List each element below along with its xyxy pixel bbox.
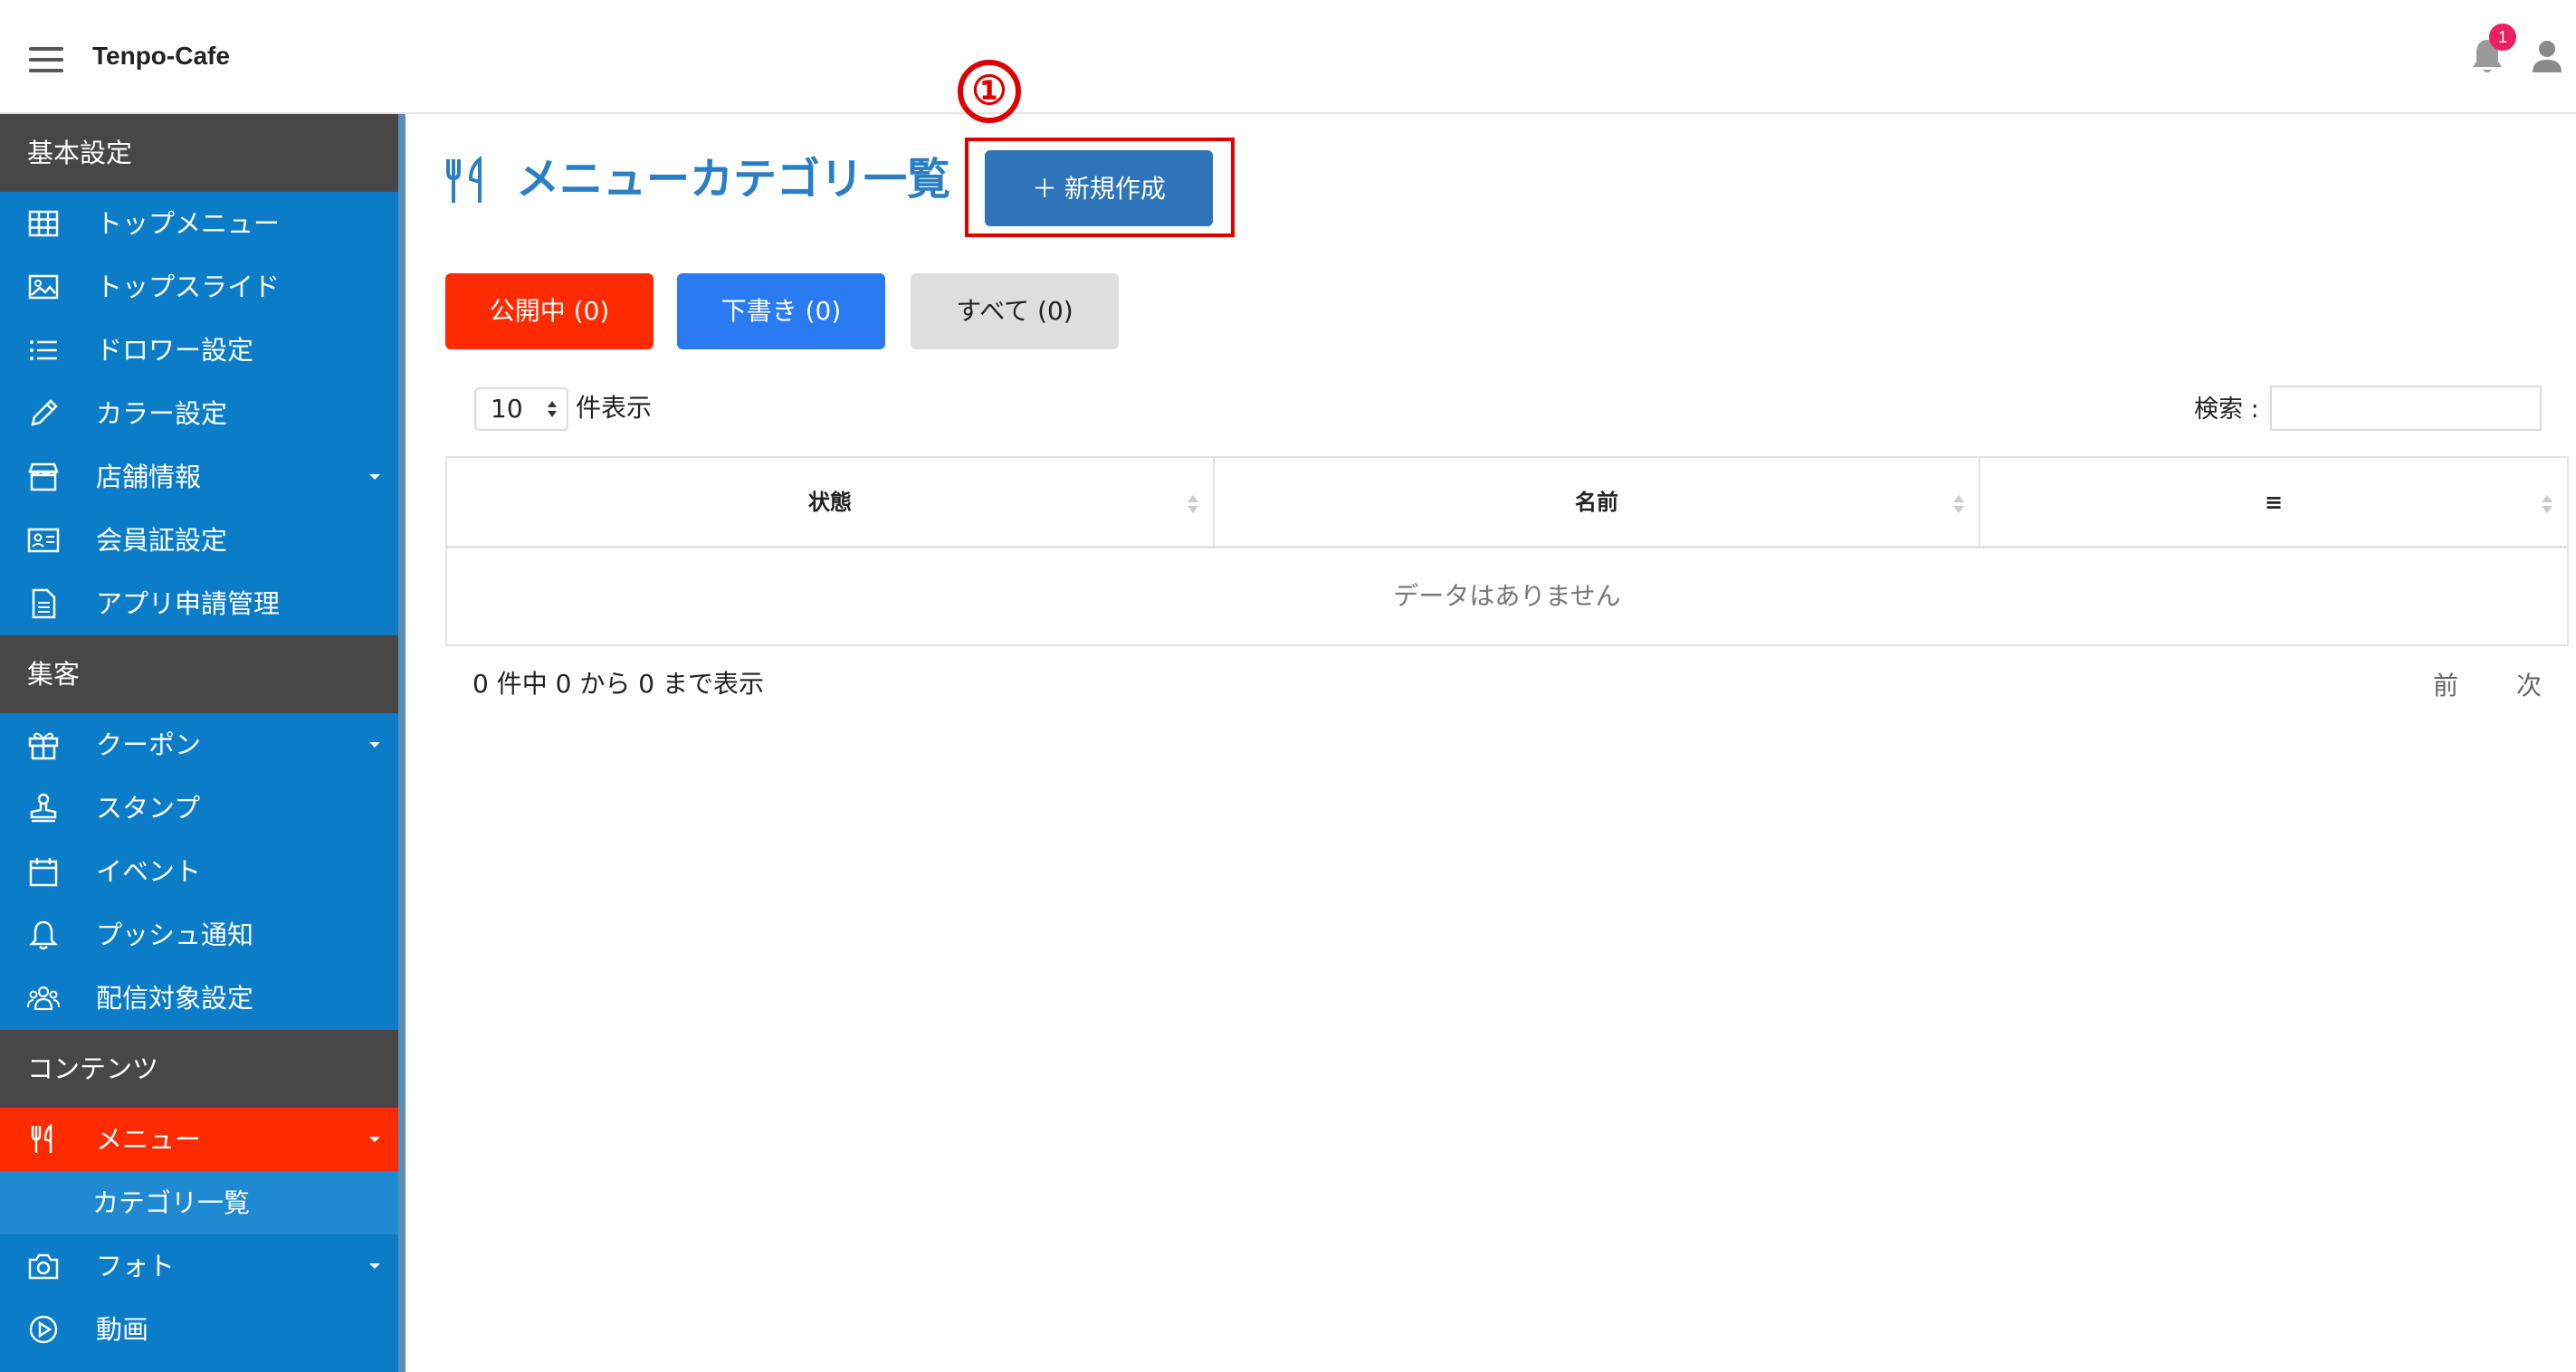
sidebar-item-store-info[interactable]: 店舗情報: [0, 445, 405, 509]
sidebar-item-push-notification[interactable]: プッシュ通知: [0, 903, 405, 967]
sidebar-item-delivery-target[interactable]: 配信対象設定: [0, 967, 405, 1030]
notification-badge: 1: [2489, 24, 2516, 51]
sidebar-item-member-card[interactable]: 会員証設定: [0, 509, 405, 572]
sidebar-item-drawer-settings[interactable]: ドロワー設定: [0, 319, 405, 382]
gift-icon: [28, 732, 59, 760]
section-header-customer-acquisition: 集客: [0, 635, 405, 713]
column-header-status[interactable]: 状態: [447, 458, 1213, 548]
column-header-label: 名前: [1575, 490, 1618, 515]
sidebar-item-coupon[interactable]: クーポン: [0, 713, 405, 777]
chevron-down-icon: [369, 1137, 380, 1142]
section-header-basic-settings: 基本設定: [0, 114, 405, 192]
page-title: メニューカテゴリ一覧: [516, 154, 951, 205]
sidebar-item-label: メニュー: [96, 1124, 202, 1155]
table-info: 0 件中 0 から 0 まで表示: [472, 669, 764, 699]
image-icon: [28, 274, 59, 300]
hamburger-menu-icon[interactable]: [29, 47, 63, 72]
chevron-down-icon: [369, 742, 380, 748]
sort-icon: [2542, 495, 2552, 513]
sidebar-item-label: フォト: [96, 1251, 176, 1281]
users-icon: [27, 986, 60, 1011]
sidebar-item-photo[interactable]: フォト: [0, 1234, 405, 1298]
sidebar-item-label: 動画: [96, 1314, 149, 1345]
sidebar-item-label: 店舗情報: [96, 462, 202, 492]
pagination-prev[interactable]: 前: [2433, 666, 2458, 706]
document-icon: [32, 588, 56, 619]
sort-icon: [1188, 495, 1198, 513]
sidebar-item-top-menu[interactable]: トップメニュー: [0, 192, 405, 255]
new-create-button[interactable]: ＋ 新規作成: [985, 150, 1213, 226]
annotation-step-number: ①: [958, 60, 1021, 123]
column-header-name[interactable]: 名前: [1213, 458, 1979, 548]
calendar-icon: [29, 858, 58, 887]
tab-all[interactable]: すべて (0): [911, 273, 1119, 349]
id-card-icon: [27, 528, 60, 553]
section-header-contents: コンテンツ: [0, 1030, 405, 1108]
sidebar-item-color-settings[interactable]: カラー設定: [0, 382, 405, 445]
sidebar-item-video[interactable]: 動画: [0, 1298, 405, 1361]
tab-draft[interactable]: 下書き (0): [677, 273, 885, 349]
sidebar-item-event[interactable]: イベント: [0, 840, 405, 903]
user-account-icon[interactable]: [2531, 38, 2563, 74]
sidebar-item-label: トップスライド: [96, 272, 281, 302]
column-header-label: ≡: [2264, 490, 2284, 515]
store-icon: [28, 462, 59, 491]
camera-icon: [28, 1253, 59, 1280]
column-header-label: 状態: [808, 490, 852, 515]
tab-published[interactable]: 公開中 (0): [445, 273, 654, 349]
empty-table-message: データはありません: [1393, 581, 1621, 611]
sidebar-item-label: クーポン: [96, 729, 202, 760]
grid-icon: [28, 210, 59, 237]
sidebar: 基本設定 トップメニュー トップスライド ドロワー設定 カラー設定 店舗情報 会…: [0, 114, 405, 1372]
sidebar-subitem-category-list[interactable]: カテゴリ一覧: [0, 1171, 405, 1234]
play-icon: [29, 1315, 58, 1344]
fork-knife-icon: [446, 156, 482, 203]
chevron-down-icon: [369, 474, 380, 480]
sidebar-item-label: ドロワー設定: [96, 335, 254, 366]
page-length-select[interactable]: 10: [474, 387, 568, 431]
fork-knife-icon: [31, 1123, 52, 1153]
sidebar-item-label: カラー設定: [96, 398, 228, 429]
bell-icon: [28, 920, 59, 950]
sidebar-scrollbar[interactable]: [398, 114, 405, 1372]
sidebar-item-top-slide[interactable]: トップスライド: [0, 255, 405, 319]
sidebar-item-label: 会員証設定: [96, 525, 228, 556]
sidebar-item-label: スタンプ: [96, 793, 201, 824]
page-length-label: 件表示: [576, 393, 653, 423]
sidebar-item-label: イベント: [96, 856, 202, 887]
sort-icon: [1953, 495, 1964, 513]
search-label: 検索 :: [2194, 395, 2259, 424]
chevron-down-icon: [369, 1263, 380, 1269]
stamp-icon: [30, 793, 57, 823]
pencil-icon: [31, 399, 58, 426]
sidebar-item-stamp[interactable]: スタンプ: [0, 777, 405, 840]
select-arrows-icon: [548, 401, 557, 417]
column-header-order[interactable]: ≡: [1979, 458, 2567, 548]
app-title: Tenpo-Cafe: [92, 42, 230, 70]
search-input[interactable]: [2270, 386, 2542, 431]
sidebar-item-menu[interactable]: メニュー: [0, 1108, 405, 1171]
category-table: 状態 名前 ≡ データはありません: [445, 456, 2569, 646]
top-bar: Tenpo-Cafe 1: [0, 0, 2576, 114]
page-length-value: 10: [491, 394, 523, 424]
sidebar-item-label: トップメニュー: [96, 208, 281, 239]
sidebar-item-label: アプリ申請管理: [96, 588, 281, 619]
sidebar-item-app-application[interactable]: アプリ申請管理: [0, 572, 405, 635]
pagination-next[interactable]: 次: [2516, 666, 2542, 706]
sidebar-item-label: 配信対象設定: [96, 983, 254, 1014]
list-icon: [30, 340, 57, 360]
sidebar-item-label: プッシュ通知: [96, 919, 254, 950]
